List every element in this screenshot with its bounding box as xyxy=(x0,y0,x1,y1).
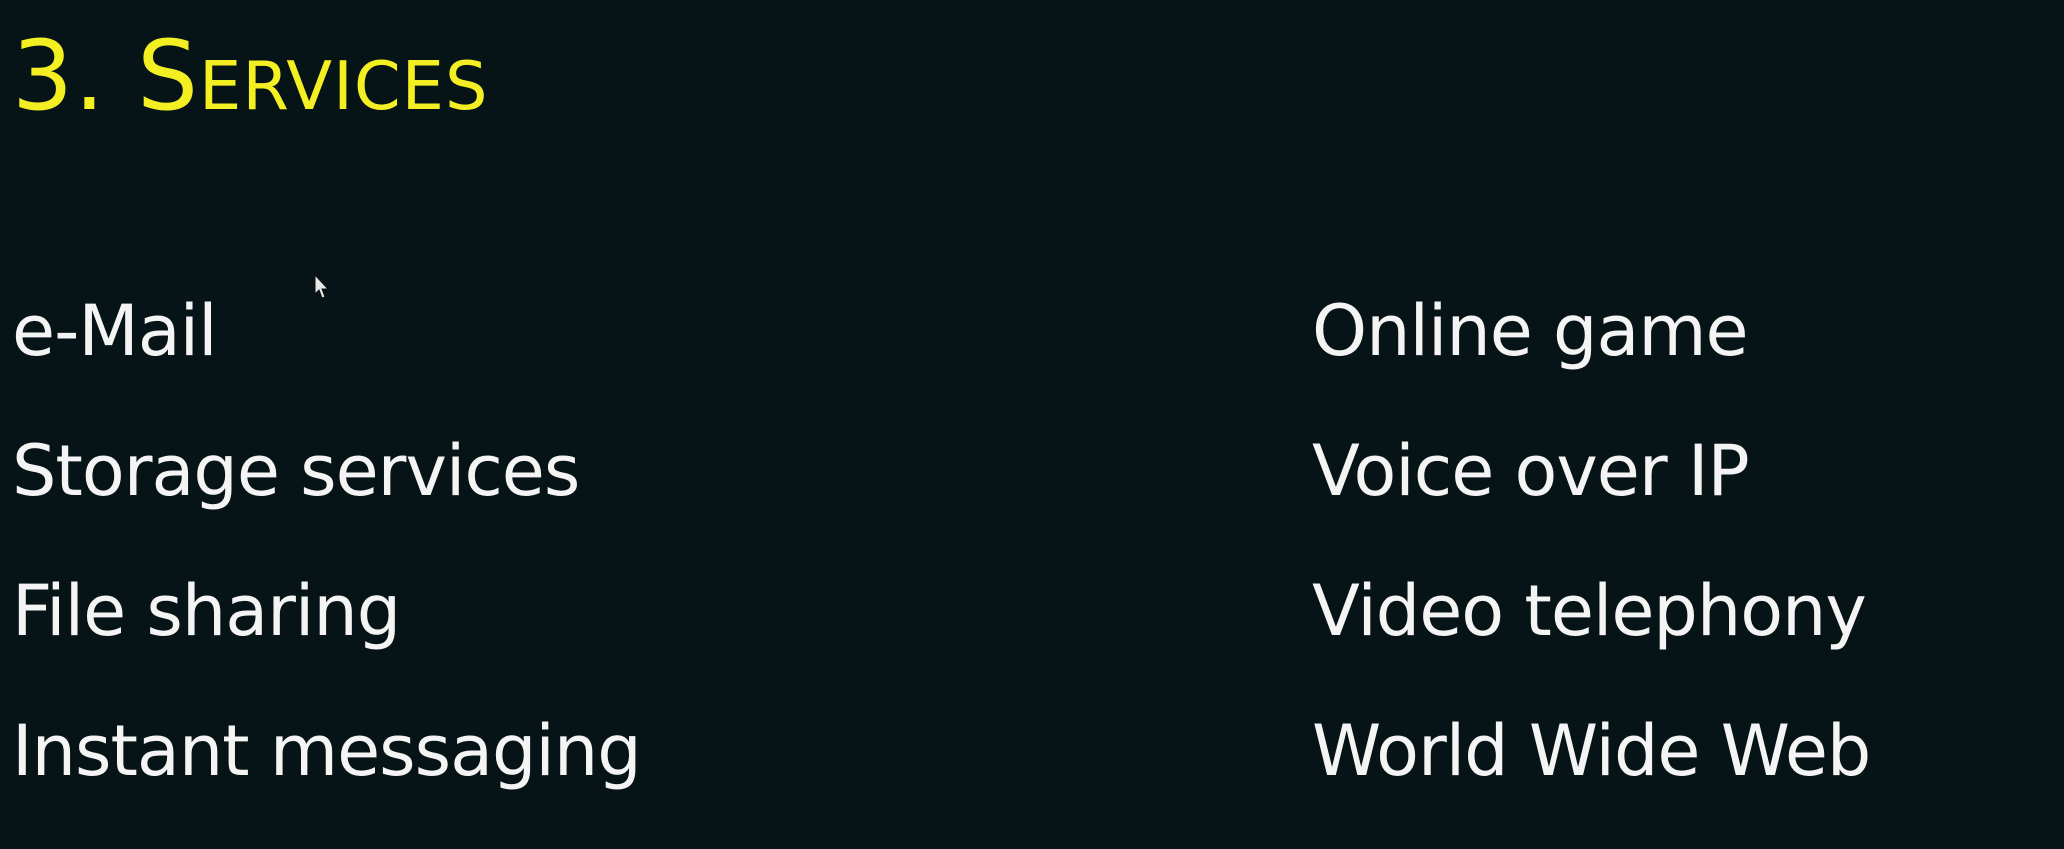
list-item: e-Mail xyxy=(12,290,218,372)
list-item: File sharing xyxy=(12,570,401,652)
services-list-left: e-Mail Storage services File sharing Ins… xyxy=(12,286,642,846)
list-item: Storage services xyxy=(12,430,580,512)
list-item: Video telephony xyxy=(1312,570,1867,652)
services-list-right: Online game Voice over IP Video telephon… xyxy=(1312,286,1871,846)
list-item: Voice over IP xyxy=(1312,430,1750,512)
slide-title: 3. Services xyxy=(12,20,489,132)
list-item: Instant messaging xyxy=(12,710,642,792)
mouse-pointer-icon xyxy=(314,274,330,299)
presentation-slide: 3. Services e-Mail Storage services File… xyxy=(0,0,2064,849)
list-item: World Wide Web xyxy=(1312,710,1871,792)
list-item: Online game xyxy=(1312,290,1749,372)
